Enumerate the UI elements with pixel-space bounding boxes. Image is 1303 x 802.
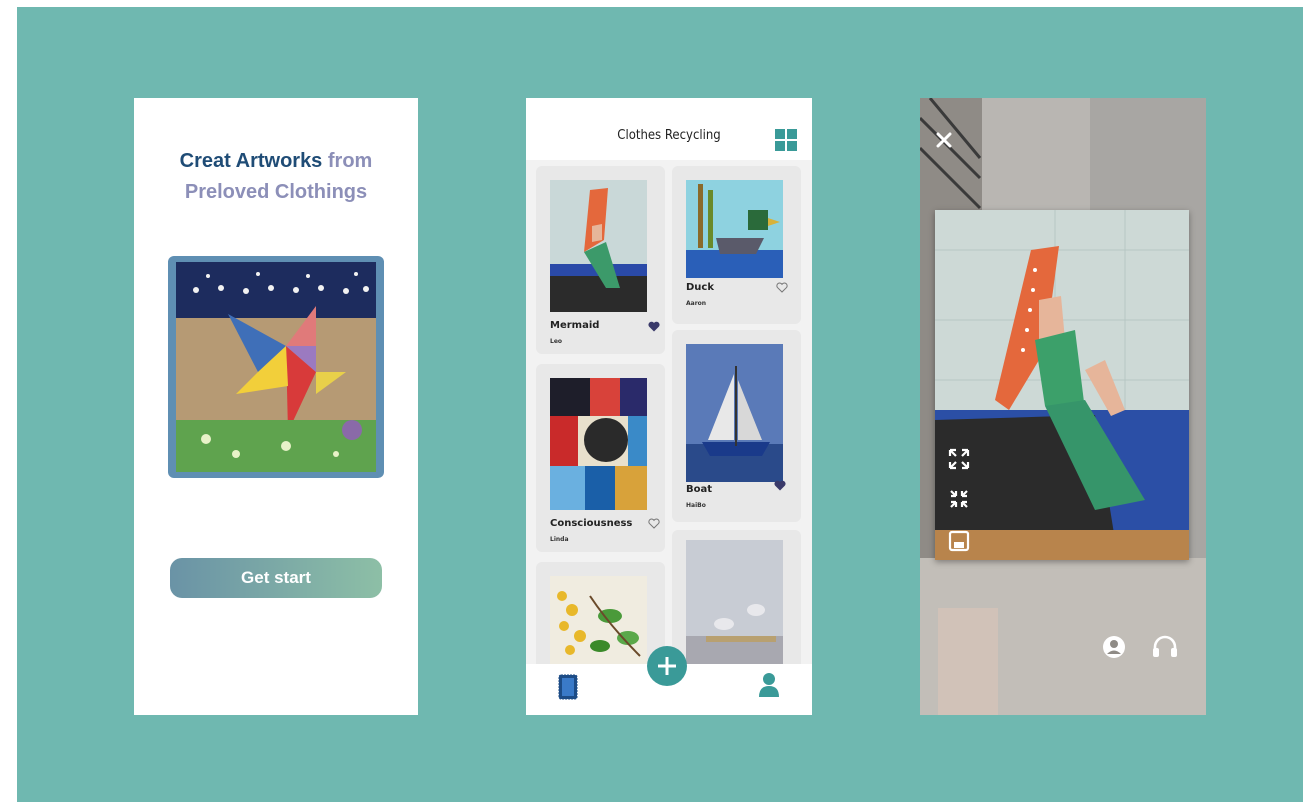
- artwork-card-botanical[interactable]: [536, 562, 665, 672]
- card-author: Aaron: [686, 300, 707, 307]
- profile-icon[interactable]: [1102, 635, 1126, 659]
- heart-outline-icon[interactable]: [776, 282, 788, 293]
- card-title: Duck: [686, 282, 714, 293]
- get-start-button[interactable]: Get start: [170, 558, 382, 598]
- headphones-icon[interactable]: [1152, 635, 1178, 659]
- onboarding-screen: Creat Artworks from Preloved Clothings G…: [134, 98, 418, 715]
- gallery-screen: Clothes Recycling Mermaid Leo Duck Aaron…: [526, 98, 812, 715]
- profile-icon[interactable]: [758, 672, 780, 698]
- artwork-card-mermaid[interactable]: Mermaid Leo: [536, 166, 665, 354]
- heart-filled-icon[interactable]: [774, 480, 786, 491]
- card-title: Boat: [686, 484, 713, 495]
- botanical-artwork-image: [550, 576, 647, 672]
- mermaid-ar-artwork: [935, 210, 1189, 560]
- page-title: Clothes Recycling: [617, 128, 721, 143]
- artwork-card-birds[interactable]: [672, 530, 801, 672]
- duck-artwork-image: [686, 180, 783, 278]
- headline-part1: Creat Artworks: [179, 150, 323, 172]
- card-title: Mermaid: [550, 320, 600, 331]
- consciousness-artwork-image: [550, 378, 647, 510]
- heart-outline-icon[interactable]: [648, 518, 660, 529]
- birds-artwork-image: [686, 540, 783, 664]
- add-icon: [658, 657, 676, 675]
- grid-view-icon[interactable]: [772, 126, 800, 154]
- collapse-icon[interactable]: [948, 488, 970, 510]
- close-icon[interactable]: [936, 132, 952, 148]
- card-author: Linda: [550, 536, 569, 543]
- boat-artwork-image: [686, 344, 783, 482]
- mermaid-artwork-image: [550, 180, 647, 312]
- gallery-icon[interactable]: [558, 674, 578, 700]
- artwork-card-boat[interactable]: Boat HaiBo: [672, 330, 801, 522]
- add-artwork-button[interactable]: [647, 646, 687, 686]
- headline-line2: Preloved Clothings: [184, 181, 368, 203]
- headline-part2: from: [327, 150, 373, 172]
- card-author: Leo: [550, 338, 563, 345]
- artwork-card-consciousness[interactable]: Consciousness Linda: [536, 364, 665, 552]
- card-author: HaiBo: [686, 502, 706, 509]
- heart-filled-icon[interactable]: [648, 321, 660, 332]
- artwork-card-duck[interactable]: Duck Aaron: [672, 166, 801, 324]
- save-icon[interactable]: [948, 530, 970, 552]
- featured-artwork-image: [168, 256, 384, 478]
- ar-preview-screen: [920, 98, 1206, 715]
- expand-icon[interactable]: [948, 448, 970, 470]
- card-title: Consciousness: [550, 518, 633, 529]
- onboarding-headline: Creat Artworks from Preloved Clothings: [134, 146, 418, 208]
